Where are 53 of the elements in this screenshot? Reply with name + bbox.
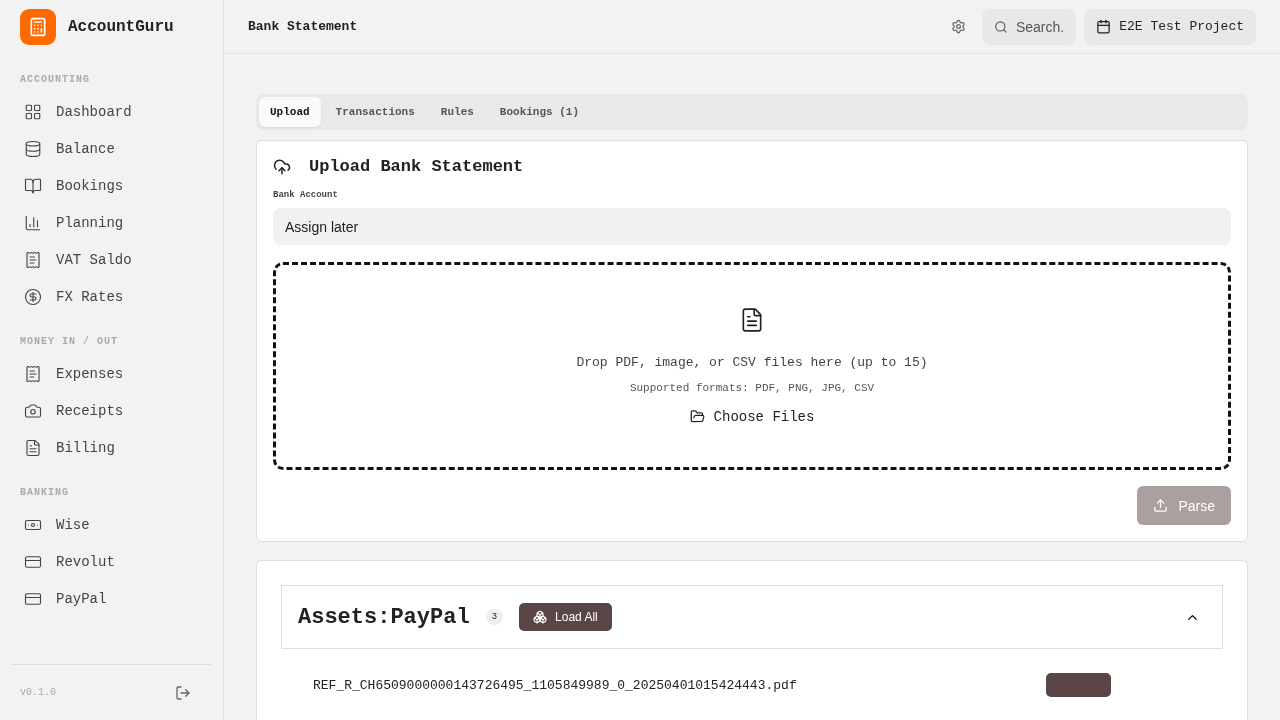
- logout-icon: [175, 684, 191, 701]
- section-title: BANKING: [19, 486, 70, 500]
- receipt-icon: [24, 364, 42, 383]
- camera-icon: [24, 401, 42, 420]
- file-name: REF_R_CH6509000000143726495_1105849989_0_20250401015424443.pdf: [313, 677, 797, 693]
- folder-icon: [689, 409, 705, 424]
- field-label: Bank Account: [273, 190, 339, 200]
- section-title: MONEY IN / OUT: [19, 335, 119, 349]
- card-title: Upload Bank Statement: [309, 157, 524, 176]
- version-label: v0.1.0: [20, 687, 56, 698]
- tab[interactable]: Rules: [429, 97, 485, 127]
- calendar-icon: [1096, 19, 1112, 34]
- section-title: ACCOUNTING: [19, 73, 91, 87]
- bar-chart-icon: [24, 213, 42, 232]
- settings-icon: [951, 19, 967, 34]
- nav-item[interactable]: Revolut: [12, 543, 211, 580]
- nav-item[interactable]: Bookings: [12, 167, 211, 204]
- nav-item[interactable]: VAT Saldo: [12, 241, 211, 278]
- drop-zone[interactable]: Drop PDF, image, or CSV files here (up to 15) Supported formats: PDF, PNG, JPG, CSV Choose Files: [273, 262, 1231, 470]
- nav-item[interactable]: Dashboard: [12, 93, 211, 130]
- choose-files-button[interactable]: Choose Files: [683, 407, 821, 426]
- file-icon: [24, 438, 42, 457]
- account-name: Assets:PayPal: [298, 604, 470, 630]
- cloud-upload-icon: [273, 157, 291, 176]
- count-badge: 3: [485, 609, 504, 625]
- nav-item[interactable]: Planning: [12, 204, 211, 241]
- receipt-icon: [24, 250, 42, 269]
- nav-item[interactable]: Billing: [12, 429, 211, 466]
- dollar-icon: [24, 287, 42, 306]
- app-name: AccountGuru: [68, 17, 174, 36]
- book-icon: [24, 176, 42, 195]
- project-button[interactable]: E2E Test Project: [1084, 8, 1256, 45]
- tab[interactable]: Transactions: [324, 97, 426, 127]
- nav-item[interactable]: Receipts: [12, 392, 211, 429]
- search-icon: [994, 19, 1008, 34]
- boxes-icon: [533, 610, 548, 624]
- nav-item[interactable]: Wise: [12, 506, 211, 543]
- grid-icon: [24, 102, 42, 121]
- supported-formats: Supported formats: PDF, PNG, JPG, CSV: [629, 381, 875, 394]
- bank-account-select[interactable]: Assign later: [273, 208, 1231, 245]
- nav-item[interactable]: FX Rates: [12, 278, 211, 315]
- nav-item[interactable]: Balance: [12, 130, 211, 167]
- calculator-logo-icon: [20, 8, 56, 45]
- load-all-button[interactable]: Load All: [519, 603, 612, 631]
- nav-item[interactable]: PayPal: [12, 580, 211, 617]
- nav-item[interactable]: Expenses: [12, 355, 211, 392]
- search-field[interactable]: Search.: [982, 8, 1077, 45]
- tab[interactable]: Bookings (1): [488, 97, 591, 127]
- database-icon: [24, 139, 42, 158]
- tab[interactable]: Upload: [259, 97, 321, 127]
- page-title: Bank Statement: [248, 19, 359, 34]
- upload-icon: [1153, 498, 1169, 513]
- drop-instructions: Drop PDF, image, or CSV files here (up to 15): [576, 354, 928, 370]
